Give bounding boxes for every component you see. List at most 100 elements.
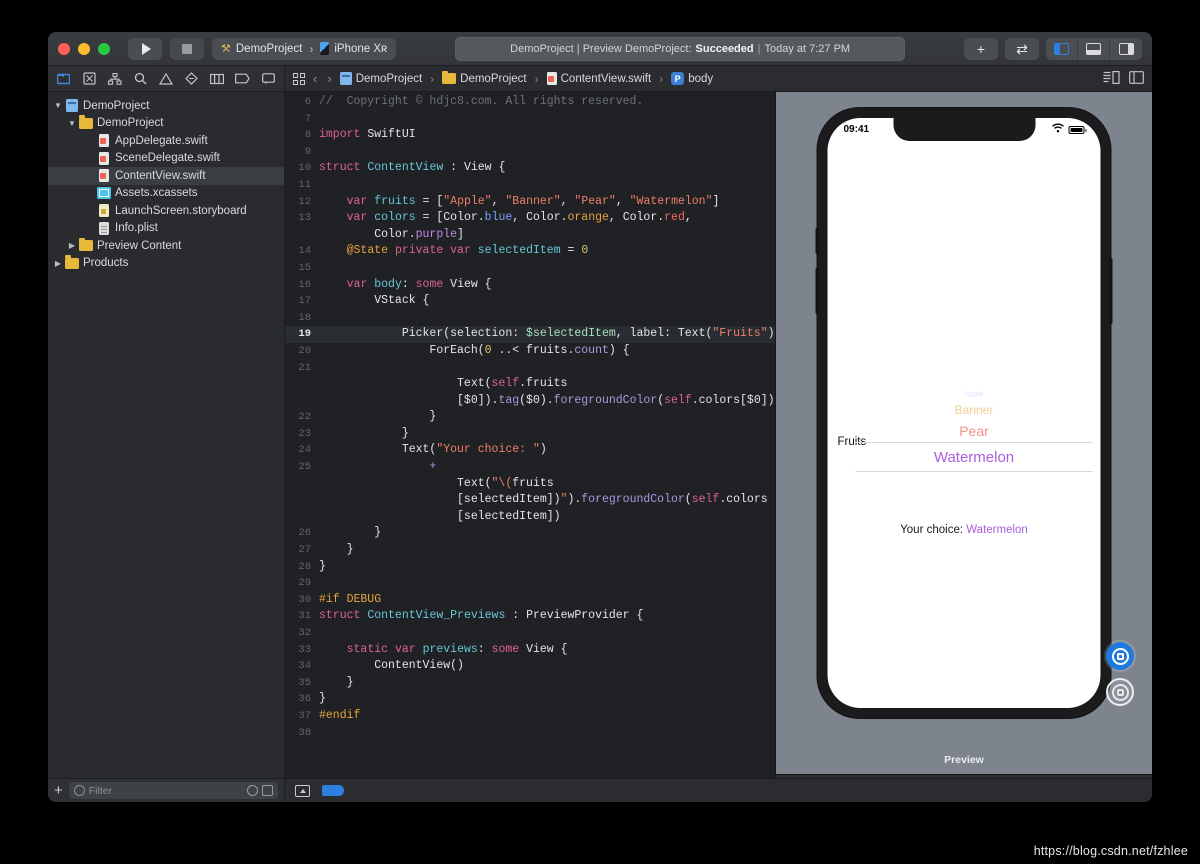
disclosure-triangle-icon[interactable]: ▼ — [66, 119, 78, 128]
file-tree-row[interactable]: ▶ Preview Content — [48, 237, 284, 255]
report-navigator-icon[interactable] — [257, 69, 281, 89]
code-line[interactable]: Color.purple] — [285, 227, 775, 244]
toggle-debug-area-button[interactable] — [1078, 37, 1110, 60]
file-tree-row[interactable]: ContentView.swift — [48, 167, 284, 185]
breakpoint-navigator-icon[interactable] — [231, 69, 255, 89]
run-button[interactable] — [128, 37, 162, 60]
device-screen[interactable]: 09:41 Fruits Apple Banner Pear Watermelo… — [827, 118, 1101, 708]
code-line[interactable]: 38 — [285, 725, 775, 742]
code-line[interactable]: 35 } — [285, 675, 775, 692]
file-tree-row[interactable]: Assets.xcassets — [48, 185, 284, 203]
toggle-inspector-button[interactable] — [1110, 38, 1142, 60]
filter-tag-icon[interactable] — [322, 785, 344, 796]
toggle-navigator-button[interactable] — [1046, 37, 1078, 60]
file-tree-row[interactable]: LaunchScreen.storyboard — [48, 202, 284, 220]
disclosure-triangle-icon[interactable]: ▶ — [66, 241, 78, 250]
scheme-selector[interactable]: ⚒ DemoProject › iPhone Xʀ — [212, 37, 397, 60]
code-line[interactable]: 8 import SwiftUI — [285, 127, 775, 144]
picker-item-banner[interactable]: Banner — [856, 401, 1093, 420]
swap-editor-button[interactable]: ⇄ — [1005, 37, 1039, 60]
code-line[interactable]: 14 @State private var selectedItem = 0 — [285, 243, 775, 260]
code-line[interactable]: 10 struct ContentView : View { — [285, 160, 775, 177]
code-line[interactable]: 9 — [285, 144, 775, 161]
test-navigator-icon[interactable] — [180, 69, 204, 89]
code-line[interactable]: [$0]).tag($0).foregroundColor(self.color… — [285, 393, 775, 410]
minimize-button[interactable] — [78, 42, 90, 55]
disclosure-triangle-icon[interactable]: ▶ — [52, 259, 64, 268]
code-line[interactable]: 18 — [285, 310, 775, 327]
code-line[interactable]: 22 } — [285, 409, 775, 426]
code-line[interactable]: 16 var body: some View { — [285, 277, 775, 294]
code-line[interactable]: 29 — [285, 575, 775, 592]
file-tree-row[interactable]: SceneDelegate.swift — [48, 150, 284, 168]
stop-button[interactable] — [170, 37, 204, 60]
source-control-navigator-icon[interactable] — [78, 69, 102, 89]
code-line[interactable]: [selectedItem]) — [285, 509, 775, 526]
code-line[interactable]: 23 } — [285, 426, 775, 443]
code-line[interactable]: Text(self.fruits — [285, 376, 775, 393]
debug-navigator-icon[interactable] — [205, 69, 229, 89]
picker-item-pear[interactable]: Pear — [856, 420, 1093, 442]
assistant-editor-icon[interactable] — [1129, 70, 1144, 87]
picker-item-watermelon[interactable]: Watermelon — [855, 441, 1093, 472]
code-line[interactable]: 24 Text("Your choice: ") — [285, 442, 775, 459]
code-line[interactable]: 30 #if DEBUG — [285, 592, 775, 609]
minimap-toggle-icon[interactable] — [1103, 70, 1120, 87]
filter-input[interactable]: Filter — [68, 782, 278, 799]
find-navigator-icon[interactable] — [129, 69, 153, 89]
code-line[interactable]: [selectedItem])").foregroundColor(self.c… — [285, 492, 775, 509]
code-line[interactable]: 11 — [285, 177, 775, 194]
picker-item-apple[interactable]: Apple — [856, 388, 1093, 401]
issue-navigator-icon[interactable] — [154, 69, 178, 89]
code-line[interactable]: 26 } — [285, 525, 775, 542]
source-code-editor[interactable]: 6 // Copyright © hdjc8.com. All rights re… — [285, 92, 775, 802]
picker-wheel[interactable]: Apple Banner Pear Watermelon — [855, 354, 1093, 472]
code-line[interactable]: 20 ForEach(0 ..< fruits.count) { — [285, 343, 775, 360]
breadcrumb-group[interactable]: DemoProject — [442, 70, 527, 85]
code-line[interactable]: 28} — [285, 559, 775, 576]
code-line[interactable]: 19 Picker(selection: $selectedItem, labe… — [285, 326, 775, 343]
project-navigator-icon[interactable] — [52, 69, 76, 89]
code-line[interactable]: 34 ContentView() — [285, 658, 775, 675]
code-line[interactable]: 27 } — [285, 542, 775, 559]
add-editor-button[interactable]: + — [964, 37, 998, 60]
file-tree-row[interactable]: ▼ DemoProject — [48, 115, 284, 133]
device-preview-button[interactable] — [1106, 678, 1134, 706]
close-button[interactable] — [58, 42, 70, 55]
code-line[interactable]: 21 — [285, 360, 775, 377]
fruits-picker[interactable]: Fruits Apple Banner Pear Watermelon — [828, 354, 1101, 472]
code-line[interactable]: 25 + — [285, 459, 775, 476]
navigate-forward-button[interactable]: › — [325, 71, 333, 86]
breadcrumb-file[interactable]: ContentView.swift — [546, 72, 651, 85]
code-line[interactable]: 15 — [285, 260, 775, 277]
file-tree-row[interactable]: ▶ Products — [48, 255, 284, 273]
code-line[interactable]: Text("\(fruits — [285, 476, 775, 493]
disclosure-triangle-icon[interactable]: ▼ — [52, 101, 64, 110]
navigate-back-button[interactable]: ‹ — [311, 71, 319, 86]
breadcrumb-symbol[interactable]: P body — [671, 72, 713, 85]
code-line[interactable]: 17 VStack { — [285, 293, 775, 310]
zoom-button[interactable] — [98, 42, 110, 55]
code-line[interactable]: 33 static var previews: some View { — [285, 642, 775, 659]
code-line[interactable]: 6 // Copyright © hdjc8.com. All rights re… — [285, 94, 775, 111]
code-line[interactable]: 13 var colors = [Color.blue, Color.orang… — [285, 210, 775, 227]
code-line[interactable]: 36} — [285, 691, 775, 708]
symbol-navigator-icon[interactable] — [103, 69, 127, 89]
breadcrumb-project[interactable]: DemoProject — [339, 72, 422, 85]
file-tree-row[interactable]: AppDelegate.swift — [48, 132, 284, 150]
activity-status-bar[interactable]: DemoProject | Preview DemoProject: Succe… — [455, 36, 906, 61]
code-line[interactable]: 7 — [285, 111, 775, 128]
canvas-area[interactable]: 09:41 Fruits Apple Banner Pear Watermelo… — [776, 92, 1152, 774]
related-items-icon[interactable] — [293, 72, 305, 85]
show-debug-area-icon[interactable] — [295, 784, 310, 797]
code-line[interactable]: 37 #endif — [285, 708, 775, 725]
code-line[interactable]: 32 — [285, 625, 775, 642]
code-line[interactable]: 31 struct ContentView_Previews : PreviewP… — [285, 608, 775, 625]
recent-files-icon[interactable] — [247, 785, 258, 796]
file-tree-row[interactable]: Info.plist — [48, 220, 284, 238]
live-preview-button[interactable] — [1106, 642, 1134, 670]
file-tree-row[interactable]: ▼ DemoProject — [48, 97, 284, 115]
add-file-button[interactable]: + — [54, 783, 63, 798]
code-line[interactable]: 12 var fruits = ["Apple", "Banner", "Pea… — [285, 194, 775, 211]
source-control-filter-icon[interactable] — [262, 785, 273, 796]
